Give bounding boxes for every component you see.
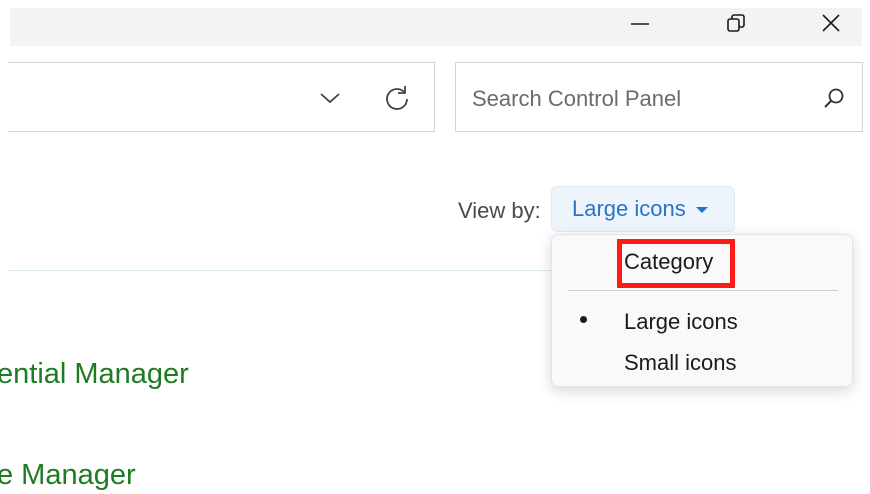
search-icon[interactable]: [822, 86, 846, 110]
search-placeholder: Search Control Panel: [472, 86, 682, 111]
close-icon: [822, 14, 840, 32]
device-manager-link[interactable]: e Manager: [0, 459, 136, 492]
restore-icon: [727, 14, 745, 32]
refresh-button[interactable]: [380, 81, 414, 115]
view-by-label: View by:: [458, 198, 541, 223]
credential-manager-link[interactable]: ential Manager: [0, 358, 189, 391]
view-by-dropdown[interactable]: Large icons: [551, 186, 735, 232]
menu-item-small-icons[interactable]: Small icons: [624, 350, 736, 376]
minimize-icon: [631, 23, 649, 25]
chevron-down-icon: [320, 93, 340, 104]
address-dropdown-button[interactable]: [317, 85, 343, 111]
view-by-value: Large icons: [572, 196, 686, 221]
close-button[interactable]: [811, 8, 851, 38]
menu-item-large-icons[interactable]: Large icons: [624, 309, 738, 335]
selected-bullet-icon: [580, 316, 587, 323]
refresh-icon: [386, 86, 408, 110]
menu-separator: [568, 290, 838, 291]
caret-down-icon: [695, 207, 708, 213]
highlight-annotation: [617, 239, 735, 288]
restore-button[interactable]: [716, 8, 756, 38]
search-input[interactable]: Search Control Panel: [455, 62, 863, 132]
address-bar[interactable]: [8, 62, 435, 132]
header-divider: [8, 270, 553, 271]
minimize-button[interactable]: [620, 8, 660, 38]
